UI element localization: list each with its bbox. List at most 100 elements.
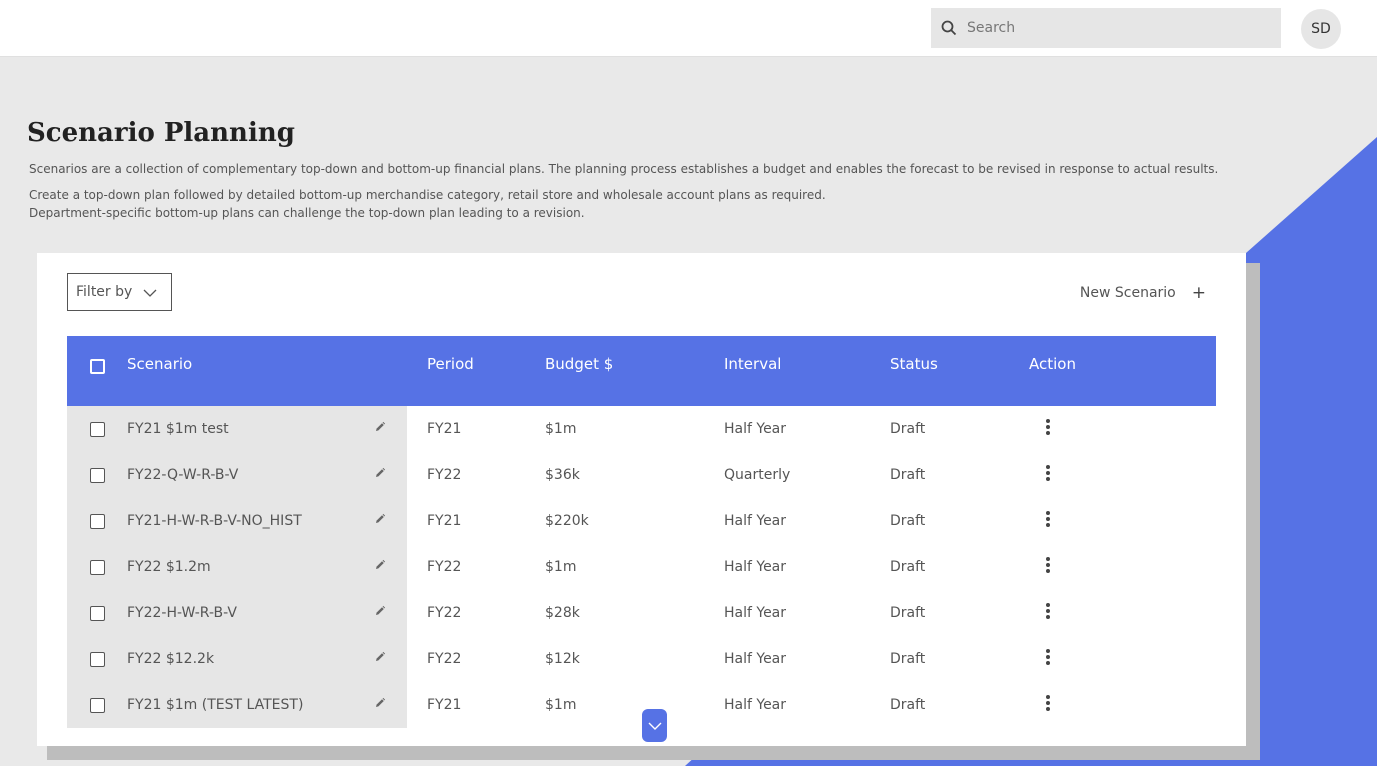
budget-cell: $220k xyxy=(545,513,589,529)
new-scenario-label: New Scenario xyxy=(1079,285,1176,301)
kebab-menu-icon[interactable] xyxy=(1046,647,1050,667)
period-cell: FY22 xyxy=(427,605,462,621)
row-checkbox[interactable] xyxy=(89,605,105,621)
search-input[interactable] xyxy=(967,8,1267,48)
column-header-status[interactable]: Status xyxy=(890,336,1029,406)
plus-icon: + xyxy=(1191,283,1206,303)
row-checkbox-cell xyxy=(67,590,127,636)
status-cell: Draft xyxy=(890,421,926,437)
row-checkbox-cell xyxy=(67,498,127,544)
table-row: FY22-Q-W-R-B-V FY22 $36k Quarterly Draft xyxy=(67,452,1216,498)
pencil-icon[interactable] xyxy=(352,406,407,452)
action-cell xyxy=(1029,682,1216,728)
pencil-icon[interactable] xyxy=(352,636,407,682)
scenario-name[interactable]: FY22-Q-W-R-B-V xyxy=(127,452,352,498)
table-row: FY22-H-W-R-B-V FY22 $28k Half Year Draft xyxy=(67,590,1216,636)
table-row: FY22 $12.2k FY22 $12k Half Year Draft xyxy=(67,636,1216,682)
interval-cell: Quarterly xyxy=(724,467,791,483)
row-checkbox[interactable] xyxy=(89,651,105,667)
page-description: Scenarios are a collection of complement… xyxy=(29,162,1219,176)
chevron-down-icon xyxy=(648,722,661,730)
action-cell xyxy=(1029,590,1216,636)
table-header-row: Scenario Period Budget $ Interval Status… xyxy=(67,336,1216,406)
row-checkbox[interactable] xyxy=(89,513,105,529)
filter-dropdown[interactable]: Filter by xyxy=(67,273,172,311)
kebab-menu-icon[interactable] xyxy=(1046,463,1050,483)
table-row: FY21 $1m test FY21 $1m Half Year Draft xyxy=(67,406,1216,452)
row-checkbox-cell xyxy=(67,544,127,590)
column-header-budget[interactable]: Budget $ xyxy=(545,336,724,406)
budget-cell: $1m xyxy=(545,697,577,713)
pencil-icon[interactable] xyxy=(352,544,407,590)
table-row: FY21-H-W-R-B-V-NO_HIST FY21 $220k Half Y… xyxy=(67,498,1216,544)
top-bar: SD xyxy=(0,0,1377,57)
budget-cell: $28k xyxy=(545,605,580,621)
interval-cell: Half Year xyxy=(724,697,787,713)
column-header-interval[interactable]: Interval xyxy=(724,336,890,406)
budget-cell: $1m xyxy=(545,559,577,575)
period-cell: FY21 xyxy=(427,421,462,437)
page-description-3: Department-specific bottom-up plans can … xyxy=(29,206,585,220)
chevron-down-icon xyxy=(143,286,157,302)
action-cell xyxy=(1029,452,1216,498)
page-title: Scenario Planning xyxy=(27,118,295,148)
pencil-icon[interactable] xyxy=(352,452,407,498)
period-cell: FY21 xyxy=(427,513,462,529)
period-cell: FY22 xyxy=(427,559,462,575)
scenario-table: Scenario Period Budget $ Interval Status… xyxy=(67,336,1216,728)
kebab-menu-icon[interactable] xyxy=(1046,417,1050,437)
budget-cell: $1m xyxy=(545,421,577,437)
row-checkbox[interactable] xyxy=(89,697,105,713)
scenario-card: Filter by New Scenario + Scenario Period… xyxy=(37,253,1246,746)
new-scenario-button[interactable]: New Scenario + xyxy=(1080,283,1206,303)
user-avatar[interactable]: SD xyxy=(1301,9,1341,49)
scenario-name[interactable]: FY22 $12.2k xyxy=(127,636,352,682)
status-cell: Draft xyxy=(890,559,926,575)
page-description-2: Create a top-down plan followed by detai… xyxy=(29,188,826,202)
kebab-menu-icon[interactable] xyxy=(1046,601,1050,621)
budget-cell: $12k xyxy=(545,651,580,667)
select-all-checkbox-cell xyxy=(67,336,127,406)
column-header-spacer xyxy=(352,336,407,406)
scenario-name[interactable]: FY21-H-W-R-B-V-NO_HIST xyxy=(127,498,352,544)
scenario-name[interactable]: FY22-H-W-R-B-V xyxy=(127,590,352,636)
select-all-checkbox[interactable] xyxy=(89,359,105,374)
scenario-name[interactable]: FY21 $1m test xyxy=(127,406,352,452)
interval-cell: Half Year xyxy=(724,513,787,529)
scenario-name[interactable]: FY21 $1m (TEST LATEST) xyxy=(127,682,352,728)
status-cell: Draft xyxy=(890,467,926,483)
row-checkbox[interactable] xyxy=(89,467,105,483)
action-cell xyxy=(1029,406,1216,452)
row-checkbox[interactable] xyxy=(89,421,105,437)
row-checkbox[interactable] xyxy=(89,559,105,575)
action-cell xyxy=(1029,498,1216,544)
kebab-menu-icon[interactable] xyxy=(1046,693,1050,713)
budget-cell: $36k xyxy=(545,467,580,483)
interval-cell: Half Year xyxy=(724,605,787,621)
status-cell: Draft xyxy=(890,513,926,529)
scroll-down-button[interactable] xyxy=(642,709,667,742)
column-header-action: Action xyxy=(1029,336,1216,406)
row-checkbox-cell xyxy=(67,636,127,682)
pencil-icon[interactable] xyxy=(352,590,407,636)
interval-cell: Half Year xyxy=(724,651,787,667)
interval-cell: Half Year xyxy=(724,421,787,437)
scenario-name[interactable]: FY22 $1.2m xyxy=(127,544,352,590)
status-cell: Draft xyxy=(890,605,926,621)
row-checkbox-cell xyxy=(67,682,127,728)
pencil-icon[interactable] xyxy=(352,498,407,544)
column-header-scenario[interactable]: Scenario xyxy=(127,336,352,406)
action-cell xyxy=(1029,636,1216,682)
status-cell: Draft xyxy=(890,651,926,667)
kebab-menu-icon[interactable] xyxy=(1046,509,1050,529)
pencil-icon[interactable] xyxy=(352,682,407,728)
filter-label: Filter by xyxy=(76,284,133,300)
kebab-menu-icon[interactable] xyxy=(1046,555,1050,575)
table-row: FY22 $1.2m FY22 $1m Half Year Draft xyxy=(67,544,1216,590)
column-header-period[interactable]: Period xyxy=(407,336,545,406)
period-cell: FY22 xyxy=(427,467,462,483)
search-box[interactable] xyxy=(931,8,1281,48)
period-cell: FY22 xyxy=(427,651,462,667)
action-cell xyxy=(1029,544,1216,590)
search-icon xyxy=(931,8,967,48)
